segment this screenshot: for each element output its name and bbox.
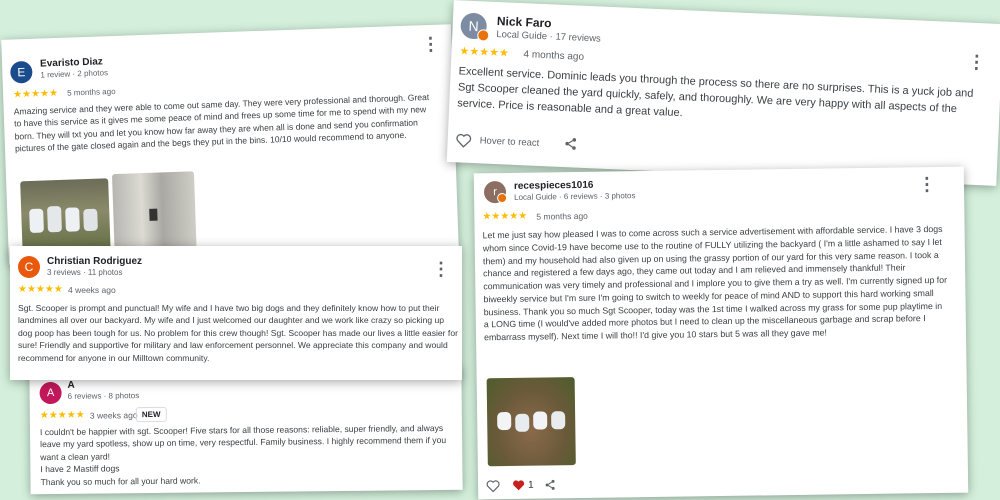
more-options-icon[interactable]: ⋮ xyxy=(967,52,986,73)
reviewer-name[interactable]: A xyxy=(67,380,74,391)
new-badge: NEW xyxy=(135,406,167,423)
more-options-icon[interactable]: ⋮ xyxy=(421,34,440,55)
like-button[interactable] xyxy=(486,479,500,493)
like-count: 1 xyxy=(528,479,534,491)
reviewer-meta: 6 reviews · 8 photos xyxy=(67,391,140,401)
avatar[interactable]: E xyxy=(9,60,33,84)
heart-icon xyxy=(486,480,500,493)
star-rating: ★★★★★ xyxy=(18,284,63,295)
avatar[interactable]: A xyxy=(39,381,62,405)
share-icon xyxy=(565,138,577,150)
reviewer-name[interactable]: Nick Faro xyxy=(497,14,552,30)
review-time: 4 months ago xyxy=(523,49,585,63)
review-text-line: I couldn't be happier with sgt. Scooper!… xyxy=(39,422,447,463)
reviewer-meta: 1 review · 2 photos xyxy=(40,68,109,80)
review-card-christian: C Christian Rodriguez 3 reviews · 11 pho… xyxy=(10,246,462,380)
review-time: 3 weeks ago xyxy=(89,410,138,421)
star-rating: ★★★★★ xyxy=(12,87,59,101)
reviewer-meta: 3 reviews · 11 photos xyxy=(47,268,123,277)
share-icon xyxy=(545,479,555,490)
reviewer-name[interactable]: Evaristo Diaz xyxy=(40,56,103,69)
star-rating: ★★★★★ xyxy=(39,409,85,422)
share-button[interactable] xyxy=(544,478,556,491)
reviewer-name[interactable]: recespieces1016 xyxy=(514,180,594,192)
review-text: Let me just say how pleased I was to com… xyxy=(482,223,948,343)
star-rating: ★★★★★ xyxy=(482,210,528,223)
more-options-icon[interactable]: ⋮ xyxy=(918,174,936,194)
review-card-nick: N Nick Faro Local Guide · 17 reviews ⋮ ★… xyxy=(446,0,1000,186)
review-text: Amazing service and they were able to co… xyxy=(13,92,430,154)
avatar[interactable]: C xyxy=(18,256,40,278)
review-card-evaristo: E Evaristo Diaz 1 review · 2 photos ⋮ ★★… xyxy=(1,24,459,265)
review-time: 5 months ago xyxy=(536,210,588,222)
more-options-icon[interactable]: ⋮ xyxy=(432,260,450,278)
review-time: 5 months ago xyxy=(66,86,116,98)
like-button[interactable]: Hover to react xyxy=(455,132,540,151)
review-photo-bags[interactable] xyxy=(486,377,576,467)
share-button[interactable] xyxy=(563,136,578,152)
like-label: Hover to react xyxy=(479,135,540,149)
review-text: Excellent service. Dominic leads you thr… xyxy=(457,65,974,120)
review-text: I couldn't be happier with sgt. Scooper!… xyxy=(40,422,453,489)
review-card-a: A A 6 reviews · 8 photos ★★★★★ 3 weeks a… xyxy=(29,365,463,495)
review-text: Sgt. Scooper is prompt and punctual! My … xyxy=(18,303,458,363)
review-time: 4 weeks ago xyxy=(68,285,116,295)
reviewer-meta: Local Guide · 6 reviews · 3 photos xyxy=(514,191,636,202)
reviewer-meta: Local Guide · 17 reviews xyxy=(496,28,602,45)
review-card-recespieces: r recespieces1016 Local Guide · 6 review… xyxy=(473,166,969,500)
heart-icon xyxy=(456,133,472,148)
filled-heart-icon xyxy=(513,480,525,491)
reviewer-name[interactable]: Christian Rodriguez xyxy=(47,256,142,267)
star-rating: ★★★★★ xyxy=(459,45,510,60)
local-guide-badge xyxy=(477,29,490,42)
liked-reaction[interactable]: 1 xyxy=(512,479,534,491)
local-guide-badge xyxy=(497,192,508,204)
